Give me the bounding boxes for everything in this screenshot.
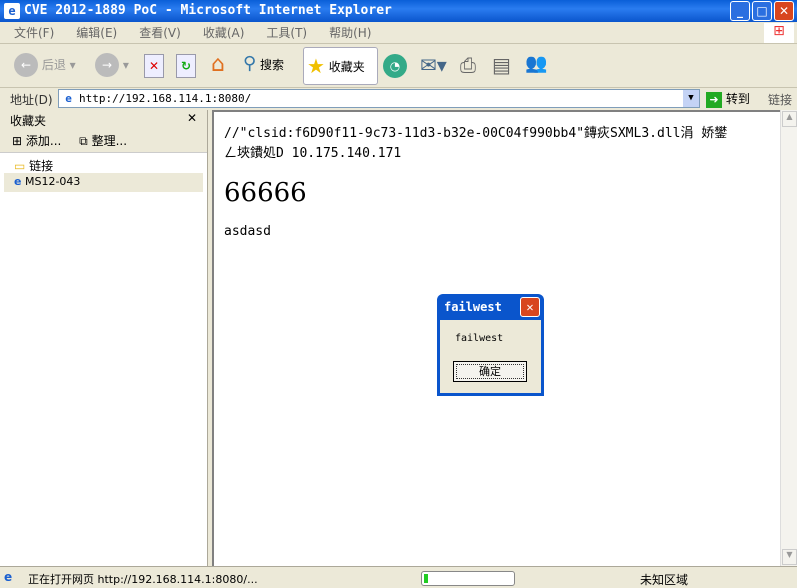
- links-label[interactable]: 链接: [768, 91, 792, 108]
- home-icon[interactable]: ⌂: [205, 52, 231, 78]
- page-icon: e: [65, 92, 72, 105]
- edit-icon[interactable]: ▤: [492, 53, 511, 77]
- add-icon: ⊞: [12, 134, 23, 148]
- ok-button[interactable]: 确定: [453, 361, 527, 382]
- address-label: 地址(D): [10, 93, 53, 107]
- alert-dialog: failwest ✕ failwest 确定: [437, 294, 544, 396]
- page-heading: 66666: [224, 178, 307, 208]
- progress-bar: [421, 571, 515, 586]
- text-line: //"clsid:f6D90f11-9c73-11d3-b32e-00C04f9…: [224, 126, 728, 141]
- window-title: CVE 2012-1889 PoC - Microsoft Internet E…: [24, 3, 392, 18]
- progress-fill: [424, 574, 429, 583]
- go-arrow-icon: ➜: [706, 92, 722, 108]
- list-item[interactable]: e MS12-043: [4, 173, 203, 192]
- menu-view[interactable]: 查看(V): [139, 22, 181, 44]
- dialog-close-button[interactable]: ✕: [520, 297, 540, 317]
- messenger-icon[interactable]: 👥: [525, 53, 547, 74]
- menu-edit[interactable]: 编辑(E): [76, 22, 117, 44]
- stop-icon[interactable]: ✕: [144, 54, 164, 78]
- menu-tools[interactable]: 工具(T): [266, 22, 307, 44]
- folder-icon: ▭: [14, 159, 26, 173]
- favorites-panel: 收藏夹 ✕ ⊞ 添加... ⧉ 整理... ▭ 链接 e MS12-043: [0, 110, 208, 566]
- status-bar: e 正在打开网页 http://192.168.114.1:8080/... 未…: [0, 566, 797, 588]
- address-input[interactable]: e http://192.168.114.1:8080/ ▼: [58, 89, 700, 108]
- zone-label: 未知区域: [640, 573, 689, 587]
- vertical-scrollbar[interactable]: ▲ ▼: [780, 110, 797, 566]
- address-dropdown-icon[interactable]: ▼: [683, 90, 699, 107]
- refresh-icon[interactable]: ↻: [176, 54, 196, 78]
- dialog-message: failwest: [455, 333, 504, 344]
- page-text: asdasd: [224, 224, 271, 239]
- mail-icon[interactable]: ✉▾: [420, 53, 447, 77]
- print-icon[interactable]: ⎙: [460, 53, 476, 77]
- status-text: 正在打开网页 http://192.168.114.1:8080/...: [28, 573, 258, 586]
- dialog-title: failwest: [444, 300, 502, 314]
- status-page-icon: e: [4, 570, 13, 584]
- toolbar: ← 后退 ▾ → ▾ ✕ ↻ ⌂ ⚲ 搜索 ★ 收藏夹 ◔ ✉▾ ⎙ ▤ 👥: [0, 44, 797, 88]
- search-button[interactable]: ⚲ 搜索: [243, 53, 284, 77]
- menu-favorites[interactable]: 收藏(A): [203, 22, 245, 44]
- scroll-up-icon[interactable]: ▲: [782, 111, 797, 127]
- ie-page-icon: e: [14, 175, 22, 188]
- text-line: ㄥ埉鐨処D 10.175.140.171: [224, 146, 402, 161]
- windows-logo-icon: ⊞: [764, 23, 794, 43]
- history-icon[interactable]: ◔: [383, 54, 407, 78]
- go-button[interactable]: ➜ 转到: [706, 90, 750, 108]
- title-bar: e CVE 2012-1889 PoC - Microsoft Internet…: [0, 0, 797, 22]
- maximize-button[interactable]: □: [752, 1, 772, 21]
- menu-bar: 文件(F) 编辑(E) 查看(V) 收藏(A) 工具(T) 帮助(H) ⊞: [0, 22, 797, 44]
- menu-file[interactable]: 文件(F): [14, 22, 54, 44]
- ie-icon: e: [4, 3, 20, 19]
- menu-help[interactable]: 帮助(H): [329, 22, 371, 44]
- forward-button[interactable]: → ▾: [95, 53, 129, 77]
- back-arrow-icon: ←: [14, 53, 38, 77]
- close-button[interactable]: ✕: [774, 1, 794, 21]
- minimize-button[interactable]: _: [730, 1, 750, 21]
- scroll-down-icon[interactable]: ▼: [782, 549, 797, 565]
- search-icon: ⚲: [243, 53, 257, 74]
- forward-arrow-icon: →: [95, 53, 119, 77]
- list-item[interactable]: ▭ 链接: [0, 153, 207, 173]
- panel-close-icon[interactable]: ✕: [187, 111, 197, 125]
- star-icon: ★: [307, 54, 325, 78]
- back-button[interactable]: ← 后退 ▾: [14, 53, 76, 77]
- organize-button[interactable]: ⧉ 整理...: [79, 134, 127, 148]
- add-favorite-button[interactable]: ⊞ 添加...: [12, 134, 61, 148]
- panel-title: 收藏夹: [10, 114, 47, 128]
- favorites-button[interactable]: ★ 收藏夹: [303, 47, 378, 85]
- organize-icon: ⧉: [79, 134, 88, 148]
